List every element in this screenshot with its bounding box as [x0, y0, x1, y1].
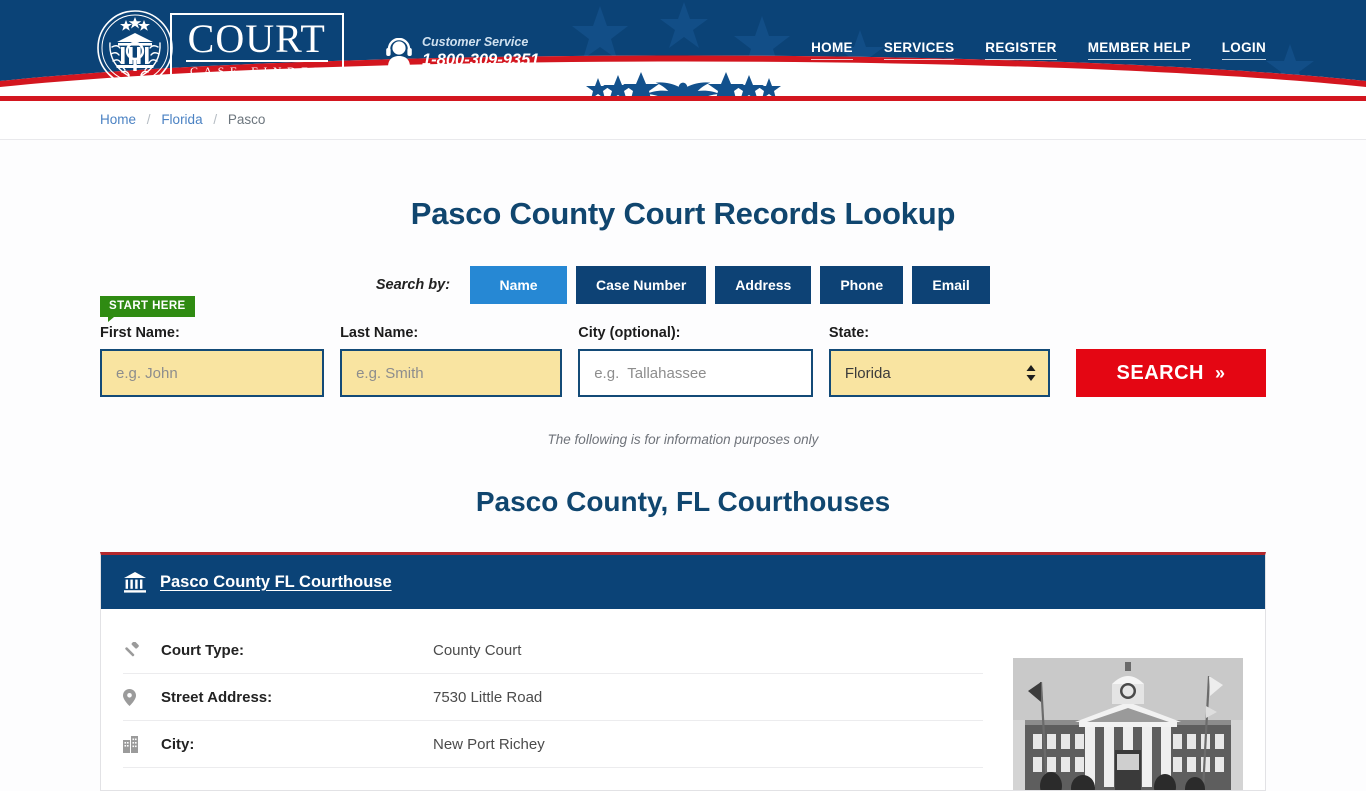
nav-item-member-help[interactable]: MEMBER HELP — [1087, 40, 1191, 60]
last-name-field-group: Last Name: — [340, 325, 563, 398]
first-name-input[interactable] — [100, 349, 325, 398]
search-button-chevron: » — [1214, 362, 1226, 383]
search-button-label: SEARCH — [1116, 361, 1204, 384]
courthouse-details-list: Court Type: County Court Street Address:… — [123, 627, 1013, 790]
customer-service-label: Customer Service — [422, 35, 529, 49]
detail-value: 7530 Little Road — [433, 688, 543, 706]
city-building-icon — [123, 735, 161, 753]
nav-item-register[interactable]: REGISTER — [985, 40, 1057, 60]
city-label: City (optional): — [578, 325, 681, 342]
main-navigation: HOME SERVICES REGISTER MEMBER HELP LOGIN — [811, 40, 1266, 60]
nav-item-home[interactable]: HOME — [811, 40, 853, 60]
breadcrumb-bar: Home / Florida / Pasco — [0, 101, 1366, 140]
tab-phone[interactable]: Phone — [820, 266, 904, 305]
site-header: COURT CASE FINDER Customer Service 1-800… — [0, 0, 1366, 96]
courthouse-link[interactable]: Pasco County FL Courthouse — [160, 573, 392, 592]
state-select[interactable]: Florida — [828, 349, 1050, 398]
courthouse-card-body: Court Type: County Court Street Address:… — [101, 609, 1265, 791]
detail-key: Street Address: — [161, 688, 273, 706]
breadcrumb-item-pasco: Pasco — [227, 112, 266, 127]
start-here-badge: START HERE — [100, 296, 195, 323]
search-button[interactable]: SEARCH » — [1076, 349, 1266, 398]
section-title: Pasco County, FL Courthouses — [475, 486, 891, 518]
tab-email[interactable]: Email — [912, 266, 991, 305]
first-name-label: First Name: — [100, 325, 180, 342]
detail-key: Court Type: — [161, 641, 245, 659]
logo-wordmark: COURT CASE FINDER — [170, 12, 344, 84]
breadcrumb-separator: / — [213, 112, 218, 127]
customer-service-phone[interactable]: 1-800-309-9351 — [422, 51, 539, 70]
breadcrumb-item-home[interactable]: Home — [100, 112, 136, 127]
logo-subtitle: CASE FINDER — [190, 63, 328, 78]
customer-service-block: Customer Service 1-800-309-9351 — [385, 35, 539, 70]
courthouse-card: Pasco County FL Courthouse Court Type: C — [100, 552, 1266, 791]
map-pin-icon — [123, 688, 161, 706]
bank-courthouse-icon — [124, 572, 146, 593]
detail-row-street-address: Street Address: 7530 Little Road — [123, 674, 983, 722]
last-name-label: Last Name: — [340, 325, 419, 342]
logo-title: COURT — [186, 15, 328, 62]
gavel-icon — [123, 641, 161, 659]
search-form: START HERE First Name: Last Name: City (… — [100, 296, 1266, 398]
tab-name[interactable]: Name — [470, 266, 568, 305]
detail-value: New Port Richey — [433, 735, 545, 753]
city-input[interactable] — [578, 349, 813, 398]
courthouse-card-header: Pasco County FL Courthouse — [101, 555, 1265, 610]
main-content: Pasco County Court Records Lookup Search… — [98, 196, 1268, 791]
state-label: State: — [828, 325, 870, 342]
search-by-tabs: Search by: Name Case Number Address Phon… — [100, 266, 1266, 305]
breadcrumb: Home / Florida / Pasco — [98, 101, 1268, 139]
headset-support-icon — [386, 37, 412, 67]
info-note: The following is for information purpose… — [547, 432, 819, 448]
breadcrumb-separator: / — [146, 112, 151, 127]
state-field-group: State: Florida — [828, 325, 1050, 398]
page-title: Pasco County Court Records Lookup — [410, 196, 956, 231]
city-field-group: City (optional): — [578, 325, 813, 398]
nav-item-services[interactable]: SERVICES — [883, 40, 955, 60]
courthouse-photo — [1013, 658, 1243, 791]
breadcrumb-item-florida[interactable]: Florida — [161, 112, 202, 127]
courthouse-photo-column — [1013, 627, 1243, 791]
detail-row-court-type: Court Type: County Court — [123, 627, 983, 675]
tab-case-number[interactable]: Case Number — [576, 266, 707, 305]
first-name-field-group: START HERE First Name: — [100, 296, 325, 398]
last-name-input[interactable] — [340, 349, 563, 398]
detail-key: City: — [161, 735, 195, 753]
tab-address[interactable]: Address — [715, 266, 812, 305]
header-red-bar — [0, 96, 1366, 101]
nav-item-login[interactable]: LOGIN — [1221, 40, 1266, 60]
detail-row-city: City: New Port Richey — [123, 721, 983, 769]
detail-value: County Court — [433, 641, 522, 659]
site-logo[interactable]: COURT CASE FINDER — [96, 9, 344, 87]
court-seal-icon — [97, 10, 173, 86]
search-by-label: Search by: — [375, 277, 451, 294]
